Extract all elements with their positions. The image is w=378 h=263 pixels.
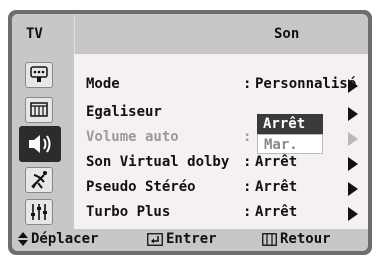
volume-auto-dropdown[interactable]: Arrêt Mar. <box>257 114 323 154</box>
osd-panel: TV Son Mode : Personnalisé Egaliseur Vol… <box>12 14 368 251</box>
row-label: Mode <box>86 76 120 92</box>
row-label: Pseudo Stéréo <box>86 179 196 195</box>
footer-back: Retour <box>262 231 331 247</box>
setup-sliders-icon[interactable] <box>25 199 53 225</box>
footer-move: Déplacer <box>18 231 98 247</box>
row-label: Turbo Plus <box>86 204 171 220</box>
dropdown-option[interactable]: Mar. <box>257 134 323 154</box>
row-label: Egaliseur <box>86 104 162 120</box>
row-value: Personnalisé <box>255 76 357 92</box>
row-colon: : <box>243 204 252 220</box>
chevron-right-icon <box>348 207 358 221</box>
footer-enter: Entrer <box>147 231 217 247</box>
picture-icon[interactable] <box>25 97 53 123</box>
chevron-right-icon <box>348 79 358 93</box>
header-bar: TV Son <box>12 14 368 54</box>
osd-frame: TV Son Mode : Personnalisé Egaliseur Vol… <box>8 10 372 255</box>
row-label: Son Virtual dolby <box>86 154 230 170</box>
menu-return-icon <box>262 232 277 246</box>
footer-bar: Déplacer Entrer Retour <box>12 229 368 251</box>
footer-back-label: Retour <box>280 231 331 247</box>
row-colon: : <box>243 179 252 195</box>
menu-row-pseudo-stereo[interactable]: Pseudo Stéréo : Arrêt <box>86 179 366 199</box>
menu-row-turbo-plus[interactable]: Turbo Plus : Arrêt <box>86 204 366 224</box>
menu-row-egaliseur[interactable]: Egaliseur <box>86 104 366 124</box>
row-colon: : <box>243 76 252 92</box>
menu-row-son-virtual-dolby[interactable]: Son Virtual dolby : Arrêt <box>86 154 366 174</box>
row-label: Volume auto <box>86 129 179 145</box>
dropdown-option-selected[interactable]: Arrêt <box>257 114 323 134</box>
tv-label: TV <box>26 26 43 42</box>
menu-content: Mode : Personnalisé Egaliseur Volume aut… <box>74 54 368 229</box>
channel-antenna-icon[interactable] <box>25 167 53 193</box>
footer-enter-label: Entrer <box>166 231 217 247</box>
chevron-right-icon <box>348 157 358 171</box>
menu-row-volume-auto[interactable]: Volume auto : <box>86 129 366 149</box>
sidebar <box>12 54 74 229</box>
tv-tab: TV <box>12 14 75 54</box>
menu-row-mode[interactable]: Mode : Personnalisé <box>86 76 366 96</box>
up-down-arrows-icon <box>18 232 28 246</box>
input-icon[interactable] <box>25 62 53 88</box>
row-value: Arrêt <box>255 179 298 195</box>
footer-move-label: Déplacer <box>31 231 99 247</box>
chevron-right-icon <box>348 132 358 146</box>
enter-icon <box>147 232 163 246</box>
row-colon: : <box>243 154 252 170</box>
menu-title: Son <box>274 26 300 42</box>
chevron-right-icon <box>348 182 358 196</box>
speaker-icon[interactable] <box>19 126 61 162</box>
row-colon: : <box>243 129 252 145</box>
chevron-right-icon <box>348 107 358 121</box>
row-value: Arrêt <box>255 154 298 170</box>
row-value: Arrêt <box>255 204 298 220</box>
